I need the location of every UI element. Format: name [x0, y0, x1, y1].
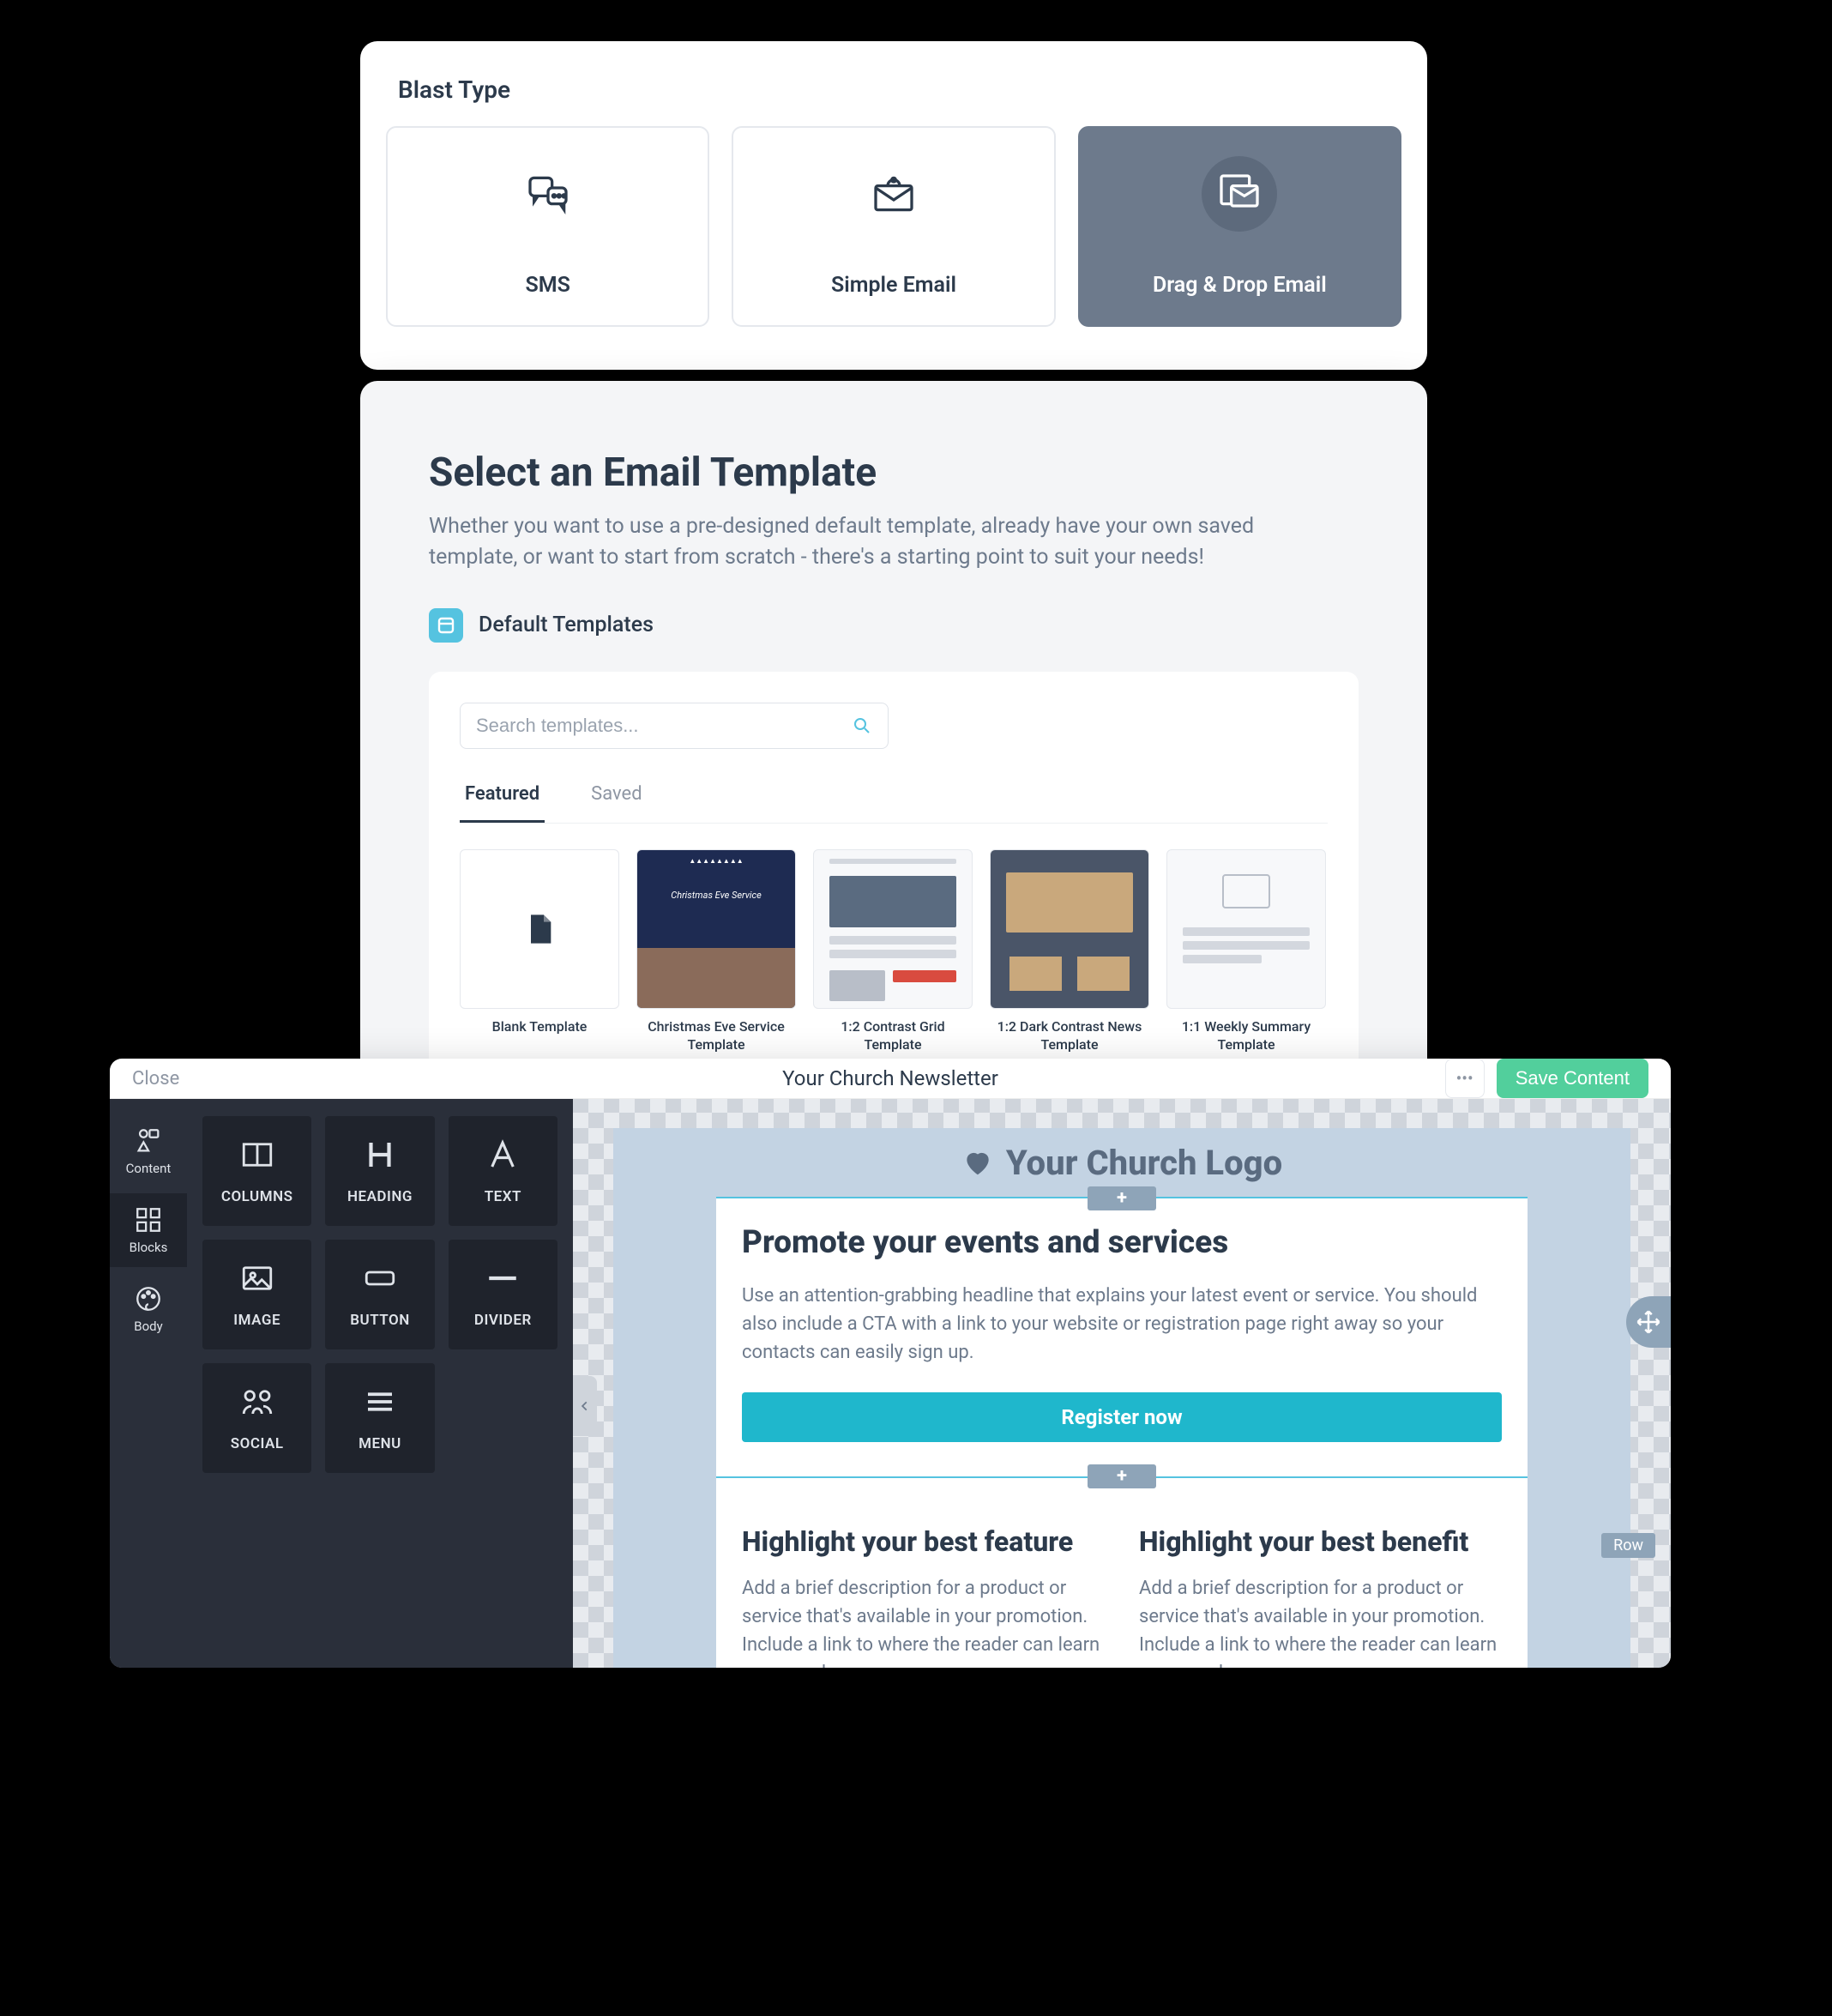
- templates-panel: Featured Saved Blank Template ▲▲▲▲▲▲▲▲ C…: [429, 672, 1359, 1085]
- side-label: Blocks: [130, 1240, 168, 1255]
- tool-image[interactable]: IMAGE: [202, 1240, 311, 1349]
- template-card[interactable]: 1:2 Contrast Grid Template: [813, 849, 973, 1054]
- default-templates-label: Default Templates: [479, 613, 654, 637]
- more-button[interactable]: •••: [1445, 1059, 1485, 1098]
- template-card[interactable]: 1:1 Weekly Summary Template: [1166, 849, 1326, 1054]
- tool-columns[interactable]: COLUMNS: [202, 1116, 311, 1226]
- template-name: 1:2 Dark Contrast News Template: [990, 1017, 1149, 1054]
- blast-type-heading: Blast Type: [398, 75, 1401, 104]
- search-icon: [852, 715, 872, 736]
- side-body[interactable]: Body: [110, 1272, 187, 1346]
- row-badge: Row: [1601, 1533, 1655, 1558]
- add-below-button[interactable]: +: [1088, 1464, 1156, 1488]
- blast-option-label: Simple Email: [831, 273, 956, 298]
- blast-option-sms[interactable]: SMS: [386, 126, 709, 327]
- default-templates-accordion[interactable]: Default Templates: [429, 608, 1359, 643]
- email-columns[interactable]: Highlight your best feature Add a brief …: [716, 1478, 1528, 1668]
- template-thumb: [1166, 849, 1326, 1009]
- editor-tools: COLUMNS HEADING TEXT IMAGE BUTTON DIVIDE…: [187, 1099, 573, 1668]
- select-template-sub: Whether you want to use a pre-designed d…: [429, 511, 1347, 574]
- blast-option-simple-email[interactable]: Simple Email: [732, 126, 1055, 327]
- tool-label: SOCIAL: [231, 1435, 284, 1452]
- col-text[interactable]: Add a brief description for a product or…: [1139, 1574, 1502, 1668]
- template-name: Blank Template: [460, 1017, 619, 1036]
- tab-saved[interactable]: Saved: [586, 783, 647, 823]
- blast-type-card: Blast Type SMS Simple Email: [360, 41, 1427, 370]
- tool-label: TEXT: [485, 1188, 521, 1205]
- tool-label: HEADING: [347, 1188, 413, 1205]
- blast-option-label: SMS: [525, 273, 569, 298]
- promo-heading[interactable]: Promote your events and services: [742, 1224, 1502, 1261]
- email-col-1[interactable]: Highlight your best feature Add a brief …: [742, 1524, 1105, 1668]
- search-templates[interactable]: [460, 703, 889, 749]
- email-col-2[interactable]: Highlight your best benefit Add a brief …: [1139, 1524, 1502, 1668]
- select-template-card: Select an Email Template Whether you wan…: [360, 381, 1427, 1084]
- template-name: 1:2 Contrast Grid Template: [813, 1017, 973, 1054]
- template-card[interactable]: Blank Template: [460, 849, 619, 1054]
- cta-button[interactable]: Register now: [742, 1392, 1502, 1442]
- side-label: Content: [126, 1161, 172, 1176]
- tab-featured[interactable]: Featured: [460, 783, 545, 823]
- tool-heading[interactable]: HEADING: [325, 1116, 434, 1226]
- collapse-panel-handle[interactable]: [573, 1376, 597, 1436]
- email-section-selected[interactable]: + Promote your events and services Use a…: [716, 1197, 1528, 1478]
- template-thumb: [813, 849, 973, 1009]
- editor-topbar: Close Your Church Newsletter ••• Save Co…: [110, 1059, 1671, 1099]
- template-thumb: [990, 849, 1149, 1009]
- blast-option-drag-drop[interactable]: Drag & Drop Email: [1078, 126, 1401, 327]
- template-name: Christmas Eve Service Template: [636, 1017, 796, 1054]
- blast-options: SMS Simple Email Drag & D: [386, 126, 1401, 327]
- search-input[interactable]: [476, 715, 852, 737]
- blast-option-label: Drag & Drop Email: [1153, 273, 1327, 298]
- template-card[interactable]: 1:2 Dark Contrast News Template: [990, 849, 1149, 1054]
- tool-button[interactable]: BUTTON: [325, 1240, 434, 1349]
- template-card[interactable]: ▲▲▲▲▲▲▲▲ Christmas Eve Service Christmas…: [636, 849, 796, 1054]
- template-thumb: ▲▲▲▲▲▲▲▲ Christmas Eve Service: [636, 849, 796, 1009]
- select-template-heading: Select an Email Template: [429, 450, 1359, 496]
- tool-label: COLUMNS: [221, 1188, 293, 1205]
- tool-label: BUTTON: [350, 1312, 410, 1329]
- tool-social[interactable]: SOCIAL: [202, 1363, 311, 1473]
- side-blocks[interactable]: Blocks: [110, 1193, 187, 1267]
- col-heading[interactable]: Highlight your best feature: [742, 1524, 1105, 1559]
- tool-label: IMAGE: [233, 1312, 280, 1329]
- editor-siderail: Content Blocks Body: [110, 1099, 187, 1668]
- close-button[interactable]: Close: [132, 1068, 179, 1089]
- heart-icon: [961, 1146, 994, 1179]
- editor-canvas[interactable]: Row Your Church Logo + Promote your even…: [573, 1099, 1671, 1668]
- promo-text[interactable]: Use an attention-grabbing headline that …: [742, 1282, 1502, 1367]
- save-content-button[interactable]: Save Content: [1497, 1059, 1648, 1098]
- col-heading[interactable]: Highlight your best benefit: [1139, 1524, 1502, 1559]
- add-above-button[interactable]: +: [1088, 1186, 1156, 1210]
- drag-drop-email-icon: [1202, 156, 1277, 232]
- tool-divider[interactable]: DIVIDER: [449, 1240, 557, 1349]
- editor-card: Close Your Church Newsletter ••• Save Co…: [110, 1059, 1671, 1668]
- sms-icon: [510, 156, 586, 232]
- tool-text[interactable]: TEXT: [449, 1116, 557, 1226]
- tool-label: MENU: [359, 1435, 401, 1452]
- tool-menu[interactable]: MENU: [325, 1363, 434, 1473]
- template-grid: Blank Template ▲▲▲▲▲▲▲▲ Christmas Eve Se…: [460, 849, 1328, 1054]
- side-content[interactable]: Content: [110, 1114, 187, 1188]
- template-tabs: Featured Saved: [460, 783, 1328, 824]
- tool-label: DIVIDER: [474, 1312, 532, 1329]
- move-handle[interactable]: [1626, 1296, 1671, 1348]
- editor-title: Your Church Newsletter: [782, 1066, 998, 1090]
- template-name: 1:1 Weekly Summary Template: [1166, 1017, 1326, 1054]
- col-text[interactable]: Add a brief description for a product or…: [742, 1574, 1105, 1668]
- templates-icon: [429, 608, 463, 643]
- simple-email-icon: [856, 156, 931, 232]
- template-thumb: [460, 849, 619, 1009]
- side-label: Body: [134, 1319, 162, 1334]
- email-preview: Your Church Logo + Promote your events a…: [613, 1128, 1630, 1668]
